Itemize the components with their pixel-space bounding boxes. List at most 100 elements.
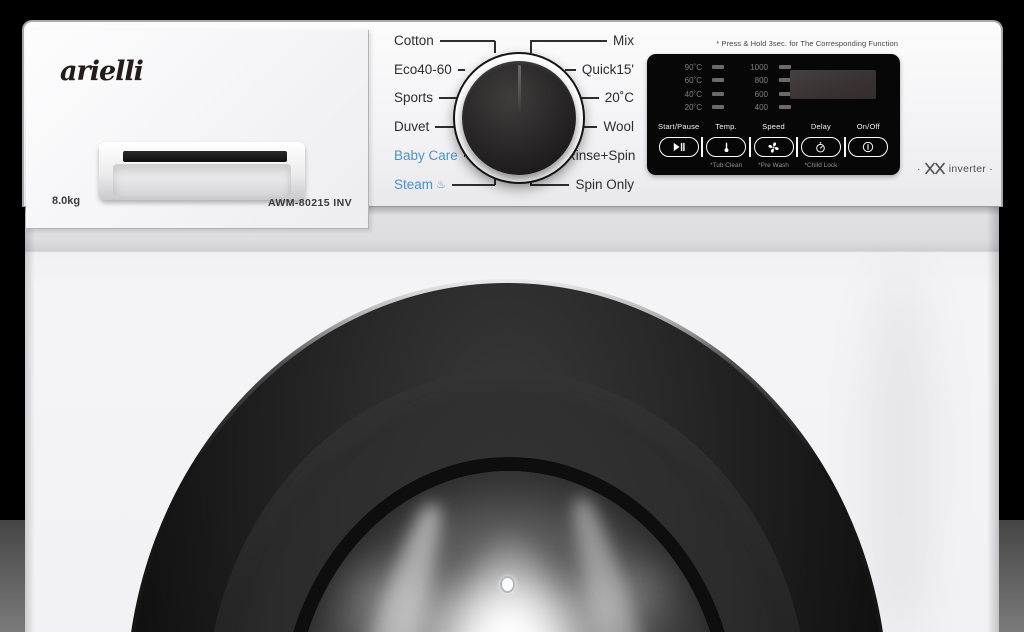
press-hold-note: * Press & Hold 3sec. for The Correspondi… [716, 39, 898, 48]
program-row-quick15: Quick15' [565, 63, 634, 77]
program-row-sports: Sports [394, 91, 457, 105]
capacity-label: 8.0kg [52, 195, 80, 207]
detergent-drawer[interactable]: arielli 8.0kg AWM-80215 INV [26, 30, 369, 229]
program-label: Wool [603, 120, 634, 134]
inverter-label: inverter [949, 163, 986, 175]
steam-icon: ♨ [436, 178, 446, 192]
on-off-button[interactable] [848, 137, 888, 157]
button-labels: Start/Pause Temp. Speed Delay On/Off [655, 122, 892, 131]
product-photo-stage: arielli 8.0kg AWM-80215 INV Cotton Eco40… [0, 0, 1024, 632]
button-sub-labels: *Tub Clean *Pre Wash *Child Lock [655, 162, 892, 169]
drawer-handle-recess [113, 164, 291, 196]
program-row-duvet: Duvet [394, 120, 457, 134]
program-line-elbow [530, 41, 532, 53]
program-line [439, 97, 457, 99]
program-label: Mix [613, 34, 634, 48]
machine-body [25, 205, 999, 632]
program-label: Spin Only [575, 178, 634, 192]
program-line-elbow [494, 41, 496, 53]
button-sub-label: *Child Lock [797, 162, 844, 169]
button-cell [750, 134, 797, 160]
button-sub-label: *Tub Clean [702, 162, 749, 169]
indicator-row: 40˚C 600 [657, 89, 791, 99]
program-line [458, 69, 465, 71]
speed-indicator-icon [779, 65, 791, 69]
washing-machine: arielli 8.0kg AWM-80215 INV Cotton Eco40… [22, 20, 1003, 632]
delay-button[interactable] [801, 137, 841, 157]
body-right-edge-shade [987, 205, 999, 632]
program-line [565, 69, 576, 71]
inverter-dot: · [989, 163, 993, 175]
program-dial-knob[interactable] [462, 61, 576, 175]
button-cell [797, 134, 844, 160]
speed-option: 800 [724, 76, 768, 85]
play-pause-icon [672, 140, 686, 154]
temp-button[interactable] [706, 137, 746, 157]
brand-logo: arielli [60, 56, 143, 87]
speed-indicator-icon [779, 105, 791, 109]
speed-option: 400 [724, 103, 768, 112]
body-reflection [865, 265, 935, 632]
program-row-spin-only: Spin Only [530, 178, 634, 192]
inverter-dot: · [917, 163, 921, 175]
button-sub-label: *Pre Wash [750, 162, 797, 169]
indicator-row: 90˚C 1000 [657, 62, 791, 72]
program-label: Quick15' [582, 63, 634, 77]
program-line [452, 184, 495, 186]
display-panel: 90˚C 1000 60˚C 800 40˚C 600 20˚C 400 [647, 54, 900, 175]
temp-indicator-icon [712, 78, 724, 82]
button-cell [702, 134, 749, 160]
program-label: Eco40-60 [394, 63, 452, 77]
program-row-baby-care: Baby Care [394, 149, 465, 163]
program-label: Cotton [394, 34, 434, 48]
program-label: Sports [394, 91, 433, 105]
button-sub-label [655, 162, 702, 169]
temp-indicator-icon [712, 92, 724, 96]
program-line [530, 184, 569, 186]
program-row-steam: Steam♨ [394, 178, 495, 192]
temp-option: 60˚C [657, 76, 702, 85]
button-label: Delay [797, 122, 844, 131]
temp-option: 90˚C [657, 63, 702, 72]
temp-indicator-icon [712, 65, 724, 69]
program-label: Rinse+Spin [566, 149, 635, 163]
drawer-handle-slot [123, 151, 287, 162]
speed-option: 600 [724, 90, 768, 99]
speed-button[interactable] [754, 137, 794, 157]
inverter-rings-icon [924, 162, 946, 175]
program-row-mix: Mix [530, 34, 634, 48]
model-label: AWM-80215 INV [268, 197, 352, 209]
program-line [530, 40, 607, 42]
power-icon [861, 140, 875, 154]
button-label: Temp. [702, 122, 749, 131]
glass-center-mark [500, 576, 515, 593]
indicator-row: 60˚C 800 [657, 75, 791, 85]
body-left-edge-shade [25, 205, 35, 632]
program-row-cotton: Cotton [394, 34, 495, 48]
temp-option: 40˚C [657, 90, 702, 99]
drawer-handle[interactable] [99, 142, 305, 200]
program-label: Baby Care [394, 149, 458, 163]
door-glass[interactable] [294, 471, 724, 632]
speed-option: 1000 [724, 63, 768, 72]
program-label: Steam [394, 178, 433, 192]
program-dial[interactable] [453, 52, 585, 184]
digital-display [790, 70, 876, 99]
program-line [440, 40, 495, 42]
program-label: 20˚C [605, 91, 634, 105]
indicator-row: 20˚C 400 [657, 102, 791, 112]
fan-icon [767, 141, 780, 154]
button-label: Speed [750, 122, 797, 131]
program-row-eco: Eco40-60 [394, 63, 465, 77]
program-label: Duvet [394, 120, 429, 134]
thermometer-icon [720, 141, 733, 154]
button-label: On/Off [845, 122, 892, 131]
button-row [655, 134, 892, 160]
button-cell [845, 134, 892, 160]
button-label: Start/Pause [655, 122, 702, 131]
start-pause-button[interactable] [659, 137, 699, 157]
dial-pointer-icon [518, 65, 521, 113]
control-panel: arielli 8.0kg AWM-80215 INV Cotton Eco40… [22, 20, 1003, 207]
inverter-logo: · inverter · [917, 162, 993, 175]
button-sub-label [845, 162, 892, 169]
